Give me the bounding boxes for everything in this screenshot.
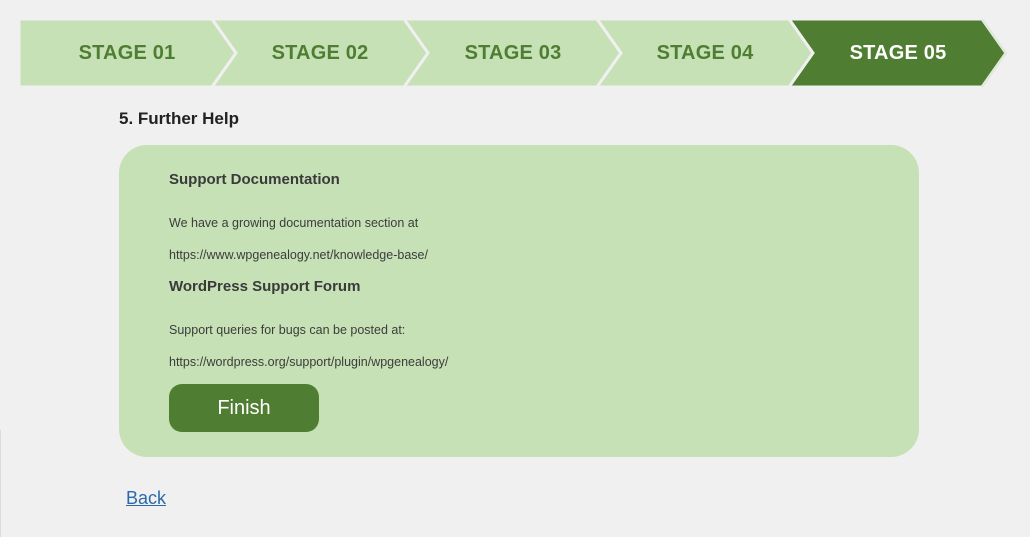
stage-03-label[interactable]: STAGE 03 (404, 19, 622, 87)
stage-05-label[interactable]: STAGE 05 (789, 19, 1007, 87)
section-heading: 5. Further Help (119, 109, 239, 128)
stage-01-label[interactable]: STAGE 01 (19, 19, 235, 87)
support-documentation-url: https://www.wpgenealogy.net/knowledge-ba… (169, 248, 428, 262)
support-forum-title: WordPress Support Forum (169, 278, 361, 295)
support-forum-url: https://wordpress.org/support/plugin/wpg… (169, 355, 449, 369)
back-link[interactable]: Back (126, 488, 166, 509)
support-documentation-text: We have a growing documentation section … (169, 216, 419, 230)
support-documentation-title: Support Documentation (169, 171, 340, 188)
stage-04-label[interactable]: STAGE 04 (596, 19, 814, 87)
support-forum-text: Support queries for bugs can be posted a… (169, 323, 406, 337)
finish-button[interactable]: Finish (169, 384, 319, 432)
stage-02-label[interactable]: STAGE 02 (211, 19, 429, 87)
stage-progress-stepper: STAGE 01 STAGE 02 STAGE 03 STAGE 04 STAG… (17, 17, 1016, 89)
further-help-panel: Support Documentation We have a growing … (119, 145, 919, 457)
window-edge (0, 430, 1, 537)
